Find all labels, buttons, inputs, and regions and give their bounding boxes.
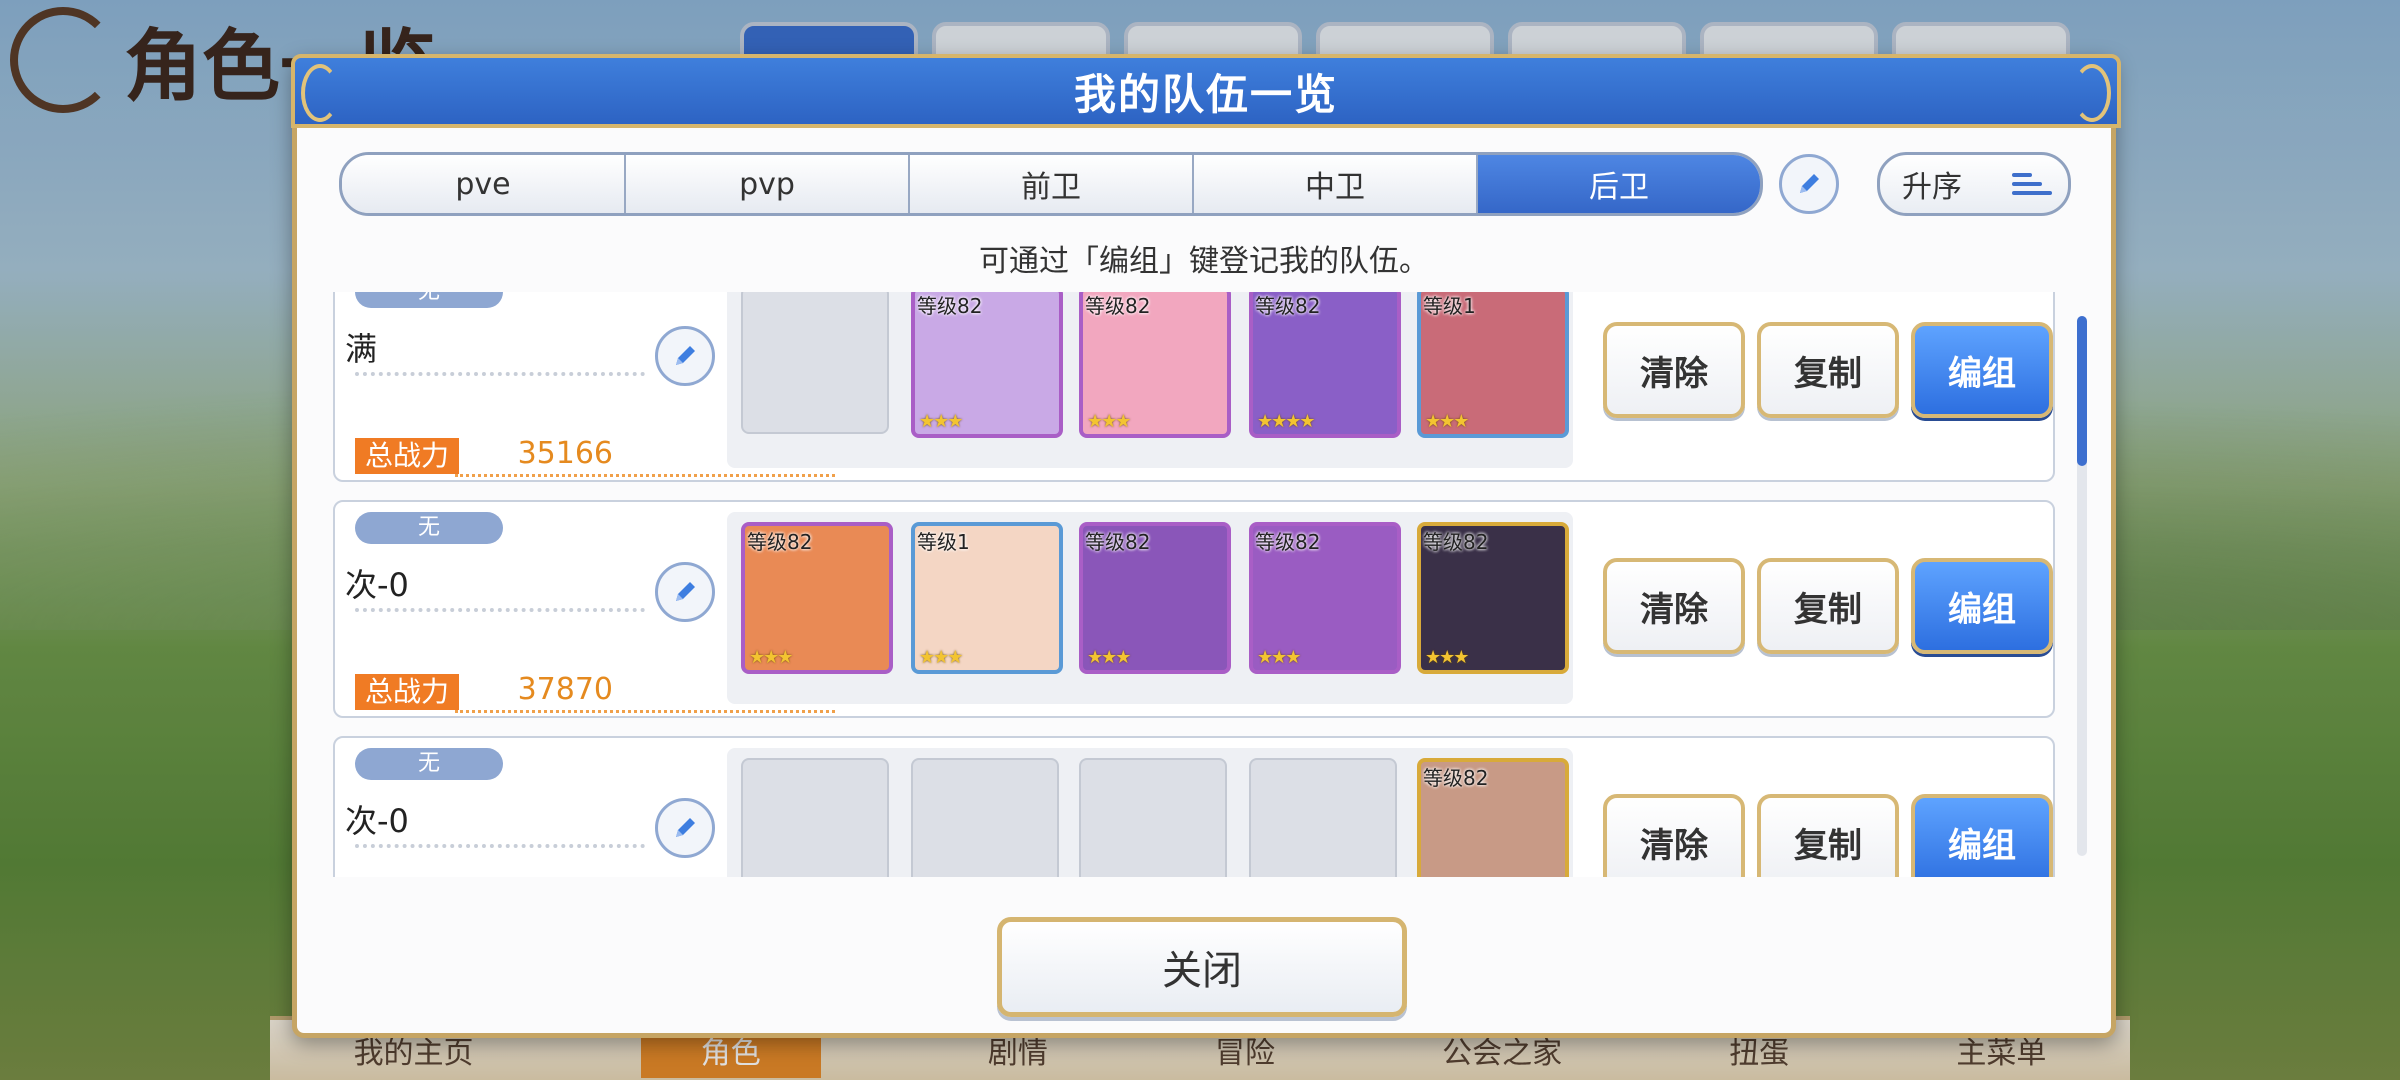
my-team-list-dialog: 我的队伍一览 pve pvp 前卫 中卫 后卫 升序 可通过「编组」键登记我的队…: [291, 54, 2121, 1038]
character-portrait[interactable]: 等级82 ★★★: [1079, 522, 1231, 674]
list-scrollbar[interactable]: [2077, 316, 2087, 856]
divider: [355, 372, 645, 376]
clear-button[interactable]: 清除: [1603, 794, 1745, 877]
edit-team-button[interactable]: 编组: [1911, 558, 2053, 654]
team-badge: 无: [355, 292, 503, 308]
character-level: 等级82: [1255, 294, 1321, 318]
total-power-label: 总战力: [355, 674, 460, 710]
pencil-icon: [676, 346, 695, 365]
ornament-right-icon: [2073, 64, 2111, 122]
team-name: 满: [345, 330, 378, 368]
character-portrait[interactable]: 等级82 ★★★: [1417, 522, 1569, 674]
team-badge: 无: [355, 512, 503, 544]
empty-slot[interactable]: [911, 758, 1059, 877]
character-level: 等级82: [1423, 530, 1489, 554]
ornament-left-icon: [301, 64, 339, 122]
team-row: 无 次-0 等级82 清除 复制 编组: [333, 736, 2055, 877]
copy-button[interactable]: 复制: [1757, 794, 1899, 877]
character-portrait[interactable]: 等级82: [1417, 758, 1569, 877]
character-level: 等级82: [1255, 530, 1321, 554]
dialog-header: 我的队伍一览: [291, 54, 2121, 128]
divider: [355, 844, 645, 848]
star-rating: ★★★: [1257, 647, 1301, 668]
character-level: 等级82: [1085, 530, 1151, 554]
tab-pvp[interactable]: pvp: [626, 155, 910, 213]
team-name: 次-0: [345, 802, 409, 840]
character-level: 等级82: [1423, 766, 1489, 790]
sort-label: 升序: [1902, 170, 1962, 205]
character-portrait[interactable]: 等级1 ★★★: [911, 522, 1063, 674]
team-badge: 无: [355, 748, 503, 780]
star-rating: ★★★: [749, 647, 793, 668]
character-slots: 等级82 ★★★ 等级82 ★★★ 等级82 ★★★★ 等级1 ★★★: [727, 292, 1573, 468]
tab-midguard[interactable]: 中卫: [1194, 155, 1478, 213]
filter-tabbar: pve pvp 前卫 中卫 后卫: [339, 152, 1763, 216]
total-power-value: 37870: [517, 672, 613, 707]
sort-button[interactable]: 升序: [1877, 152, 2071, 216]
character-portrait[interactable]: 等级1 ★★★: [1417, 292, 1569, 438]
tab-rearguard[interactable]: 后卫: [1478, 155, 1760, 213]
tab-pve[interactable]: pve: [342, 155, 626, 213]
scrollbar-thumb[interactable]: [2077, 316, 2087, 466]
character-slots: 等级82 ★★★ 等级1 ★★★ 等级82 ★★★ 等级82 ★★★ 等级82: [727, 512, 1573, 704]
total-power-value: 35166: [517, 436, 613, 471]
divider: [355, 608, 645, 612]
star-rating: ★★★: [919, 647, 963, 668]
copy-button[interactable]: 复制: [1757, 322, 1899, 418]
pencil-icon: [1800, 174, 1819, 193]
dialog-title: 我的队伍一览: [1073, 69, 1338, 119]
star-rating: ★★★: [1087, 647, 1131, 668]
total-power-label: 总战力: [355, 438, 460, 474]
character-portrait[interactable]: 等级82 ★★★: [1079, 292, 1231, 438]
clear-button[interactable]: 清除: [1603, 558, 1745, 654]
pencil-icon: [676, 818, 695, 837]
character-portrait[interactable]: 等级82 ★★★: [741, 522, 893, 674]
character-level: 等级1: [1423, 294, 1476, 318]
copy-button[interactable]: 复制: [1757, 558, 1899, 654]
team-row: 无 次-0 总战力 37870 等级82 ★★★ 等级1 ★★★ 等级82 ★★…: [333, 500, 2055, 718]
star-rating: ★★★: [1425, 411, 1469, 432]
sort-lines-icon: [2012, 173, 2052, 195]
character-level: 等级82: [917, 294, 983, 318]
close-button[interactable]: 关闭: [997, 917, 1407, 1017]
rename-team-button[interactable]: [655, 562, 715, 622]
empty-slot[interactable]: [741, 292, 889, 434]
star-rating: ★★★: [919, 411, 963, 432]
character-portrait[interactable]: 等级82 ★★★★: [1249, 292, 1401, 438]
empty-slot[interactable]: [1249, 758, 1397, 877]
edit-team-button[interactable]: 编组: [1911, 794, 2053, 877]
divider: [455, 474, 835, 477]
character-portrait[interactable]: 等级82 ★★★: [911, 292, 1063, 438]
character-slots: 等级82: [727, 748, 1573, 877]
team-name: 次-0: [345, 566, 409, 604]
character-level: 等级82: [747, 530, 813, 554]
edit-team-button[interactable]: 编组: [1911, 322, 2053, 418]
team-row: 无 满 总战力 35166 等级82 ★★★ 等级82 ★★★ 等级: [333, 292, 2055, 482]
character-level: 等级1: [917, 530, 970, 554]
team-list[interactable]: 无 满 总战力 35166 等级82 ★★★ 等级82 ★★★ 等级: [301, 292, 2063, 877]
clear-button[interactable]: 清除: [1603, 322, 1745, 418]
star-rating: ★★★: [1087, 411, 1131, 432]
character-level: 等级82: [1085, 294, 1151, 318]
empty-slot[interactable]: [741, 758, 889, 877]
hint-text: 可通过「编组」键登记我的队伍。: [979, 244, 1429, 279]
character-portrait[interactable]: 等级82 ★★★: [1249, 522, 1401, 674]
divider: [455, 710, 835, 713]
pencil-icon: [676, 582, 695, 601]
tab-vanguard[interactable]: 前卫: [910, 155, 1194, 213]
star-rating: ★★★: [1425, 647, 1469, 668]
rename-team-button[interactable]: [655, 798, 715, 858]
empty-slot[interactable]: [1079, 758, 1227, 877]
star-rating: ★★★★: [1257, 411, 1316, 432]
edit-tabs-button[interactable]: [1779, 154, 1839, 214]
rename-team-button[interactable]: [655, 326, 715, 386]
